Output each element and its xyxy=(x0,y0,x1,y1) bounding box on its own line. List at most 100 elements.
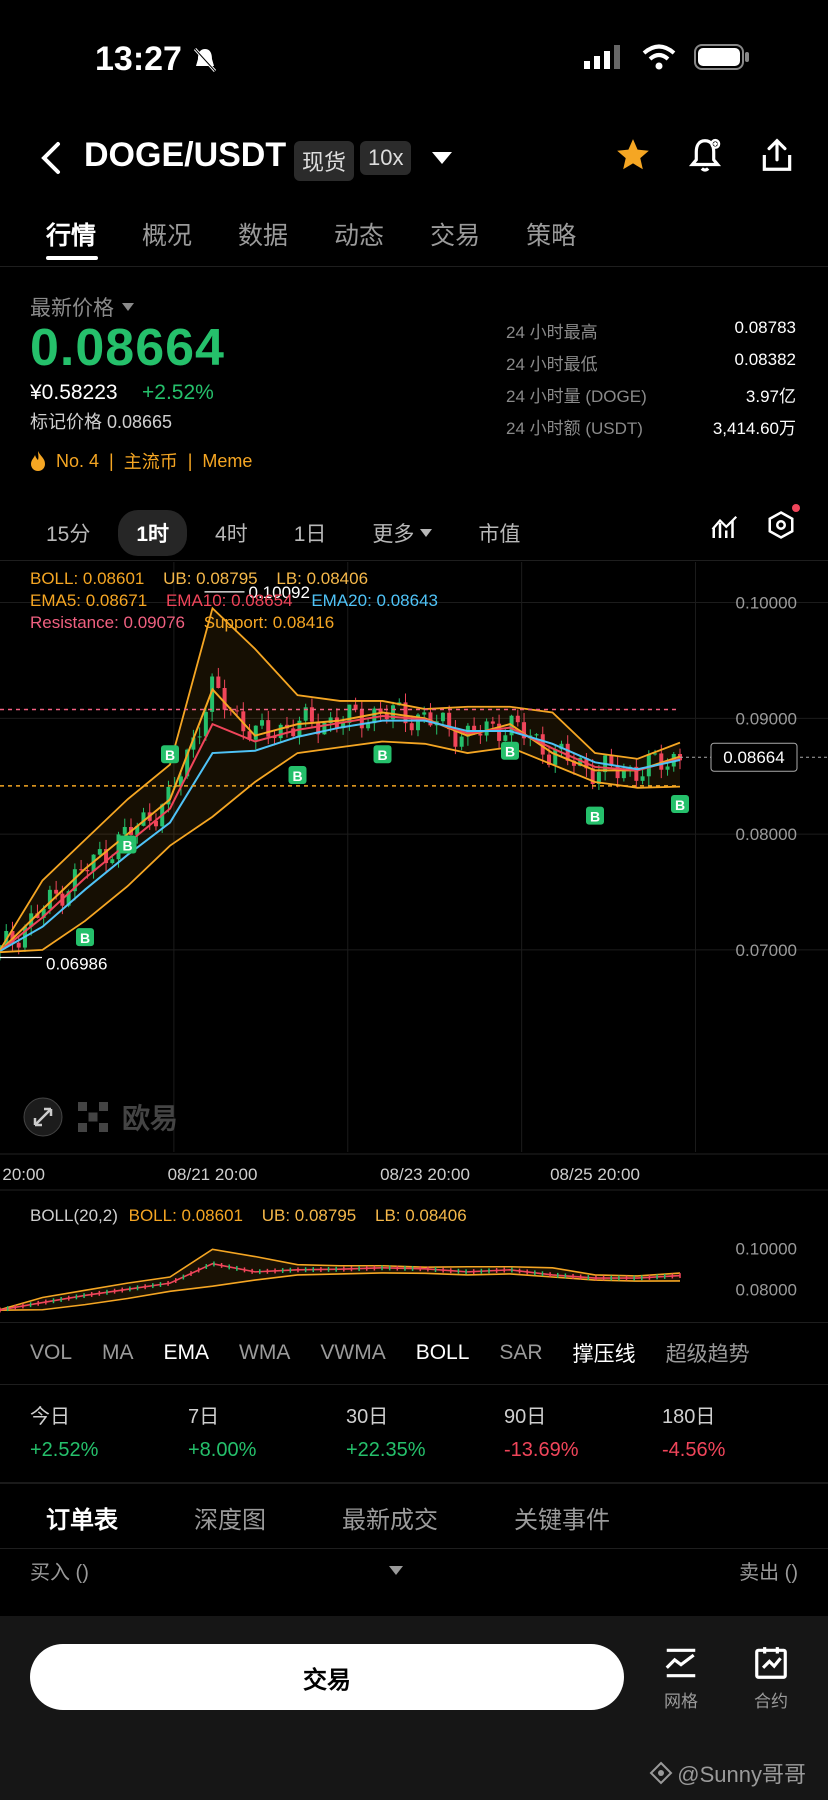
ind-tab-sar[interactable]: SAR xyxy=(499,1341,542,1365)
interval-15m[interactable]: 15分 xyxy=(28,510,108,556)
orderbook-tabs: 订单表 深度图 最新成交 关键事件 xyxy=(46,1500,610,1535)
ind-tab-wma[interactable]: WMA xyxy=(239,1341,290,1365)
theme-badge[interactable]: Meme xyxy=(202,451,252,472)
interval-1h[interactable]: 1时 xyxy=(118,510,188,556)
header-actions xyxy=(614,136,796,174)
status-icons xyxy=(584,44,750,70)
tab-depth-chart[interactable]: 深度图 xyxy=(194,1500,266,1535)
legend-ema10: EMA10: 0.08654 xyxy=(165,591,293,610)
ind-tab-vwma[interactable]: VWMA xyxy=(320,1341,385,1365)
tab-market[interactable]: 行情 xyxy=(46,216,96,252)
rank-badge[interactable]: No. 4 xyxy=(56,451,99,472)
buy-marker-label: B xyxy=(675,797,685,813)
ind-tab-ema[interactable]: EMA xyxy=(164,1341,210,1365)
candle-body xyxy=(422,712,427,715)
divider xyxy=(0,1548,828,1549)
legend-resistance: Resistance: 0.09076 xyxy=(30,613,185,632)
ind-tab-boll[interactable]: BOLL xyxy=(416,1341,470,1365)
badge-separator: | xyxy=(109,450,114,471)
candle-body xyxy=(665,766,670,770)
tab-latest-trades[interactable]: 最新成交 xyxy=(342,1500,438,1535)
chart-tools xyxy=(710,504,800,545)
candle-body xyxy=(122,826,127,835)
tab-key-events[interactable]: 关键事件 xyxy=(514,1500,610,1535)
price-cny: ¥0.58223 xyxy=(30,381,118,404)
pair-title[interactable]: DOGE/USDT xyxy=(84,136,286,175)
interval-selector: 15分 1时 4时 1日 更多 市值 xyxy=(28,510,538,556)
grid-trading-icon xyxy=(665,1648,696,1678)
boll-band-fill xyxy=(0,608,680,953)
perf-180d: 180日 -4.56% xyxy=(662,1406,726,1461)
tab-overview[interactable]: 概况 xyxy=(142,216,192,252)
x-tick-label: 08/21 20:00 xyxy=(168,1165,258,1184)
y-tick-label: 0.10000 xyxy=(736,594,797,613)
share-icon[interactable] xyxy=(758,136,796,174)
sub-y-tick-label: 0.10000 xyxy=(736,1239,797,1258)
buy-marker-label: B xyxy=(122,838,132,854)
candle-body xyxy=(503,735,508,741)
category-badge[interactable]: 主流币 xyxy=(124,448,178,474)
legend-ema5: EMA5: 0.08671 xyxy=(30,591,148,610)
battery-icon xyxy=(694,44,749,70)
candle-body xyxy=(222,688,227,710)
candle-body xyxy=(484,721,489,736)
price-alert-icon[interactable] xyxy=(686,136,724,174)
chart-watermark: 欧易 xyxy=(22,1096,178,1138)
tab-strategy[interactable]: 策略 xyxy=(526,216,576,252)
sub-legend-boll: BOLL: 0.08601 xyxy=(128,1206,243,1225)
divider xyxy=(0,560,828,561)
candle-body xyxy=(490,721,495,724)
perf-today: 今日 +2.52% xyxy=(30,1406,99,1461)
ind-tab-ma[interactable]: MA xyxy=(102,1341,134,1365)
last-price-tag: 0.08664 xyxy=(723,748,784,767)
status-time: 13:27 xyxy=(95,40,182,78)
buy-marker-label: B xyxy=(505,744,515,760)
ind-tab-vol[interactable]: VOL xyxy=(30,1341,72,1365)
candle-body xyxy=(409,723,414,731)
24h-stats: 24 小时最高 0.08783 24 小时最低 0.08382 24 小时量 (DO… xyxy=(506,318,796,446)
back-icon[interactable] xyxy=(36,140,68,176)
candle-body xyxy=(253,725,258,740)
interval-4h[interactable]: 4时 xyxy=(197,510,266,556)
tab-data[interactable]: 数据 xyxy=(238,216,288,252)
legend-support: Support: 0.08416 xyxy=(203,613,335,632)
buy-marker-label: B xyxy=(165,747,175,763)
star-favorite-icon[interactable] xyxy=(614,136,652,174)
candle-body xyxy=(478,733,483,736)
interval-1d[interactable]: 1日 xyxy=(276,510,345,556)
candle-body xyxy=(197,736,202,738)
legend-lb: LB: 0.08406 xyxy=(276,569,369,588)
sub-legend-lb: LB: 0.08406 xyxy=(374,1206,467,1225)
tab-trade[interactable]: 交易 xyxy=(430,216,480,252)
last-price: 0.08664 xyxy=(30,319,225,377)
indicator-tabs: VOL MA EMA WMA VWMA BOLL SAR 撑压线 超级趋势 xyxy=(30,1338,750,1368)
buy-marker-label: B xyxy=(590,809,600,825)
expand-icon[interactable] xyxy=(22,1096,64,1138)
chevron-down-icon xyxy=(420,529,433,537)
candle-body xyxy=(459,736,464,747)
trade-button[interactable]: 交易 xyxy=(30,1644,624,1710)
contract-button[interactable]: 合约 xyxy=(736,1644,806,1712)
grid-bot-button[interactable]: 网格 xyxy=(646,1644,716,1712)
mark-price: 标记价格 0.08665 xyxy=(30,412,173,432)
candle-body xyxy=(534,734,539,736)
divider xyxy=(0,1482,828,1484)
tab-order-book[interactable]: 订单表 xyxy=(46,1500,118,1535)
boll-band-area xyxy=(0,608,680,953)
market-type-tag: 现货 xyxy=(294,141,355,181)
pair-dropdown-icon[interactable] xyxy=(432,152,452,164)
depth-precision-dropdown-icon[interactable] xyxy=(388,1566,403,1575)
chart-settings[interactable] xyxy=(766,504,800,545)
brand-diamond-icon xyxy=(649,1761,673,1785)
candle-body xyxy=(278,724,283,739)
candle-body xyxy=(640,776,645,781)
ind-tab-supertrend[interactable]: 超级趋势 xyxy=(666,1338,750,1368)
fire-icon xyxy=(31,451,45,471)
candle-body xyxy=(54,889,59,894)
tab-news[interactable]: 动态 xyxy=(334,216,384,252)
indicator-tool-icon[interactable] xyxy=(710,513,740,543)
interval-market-cap[interactable]: 市值 xyxy=(460,510,538,556)
candle-body xyxy=(47,889,52,909)
interval-more[interactable]: 更多 xyxy=(354,510,450,556)
ind-tab-support-resistance[interactable]: 撑压线 xyxy=(573,1338,636,1368)
